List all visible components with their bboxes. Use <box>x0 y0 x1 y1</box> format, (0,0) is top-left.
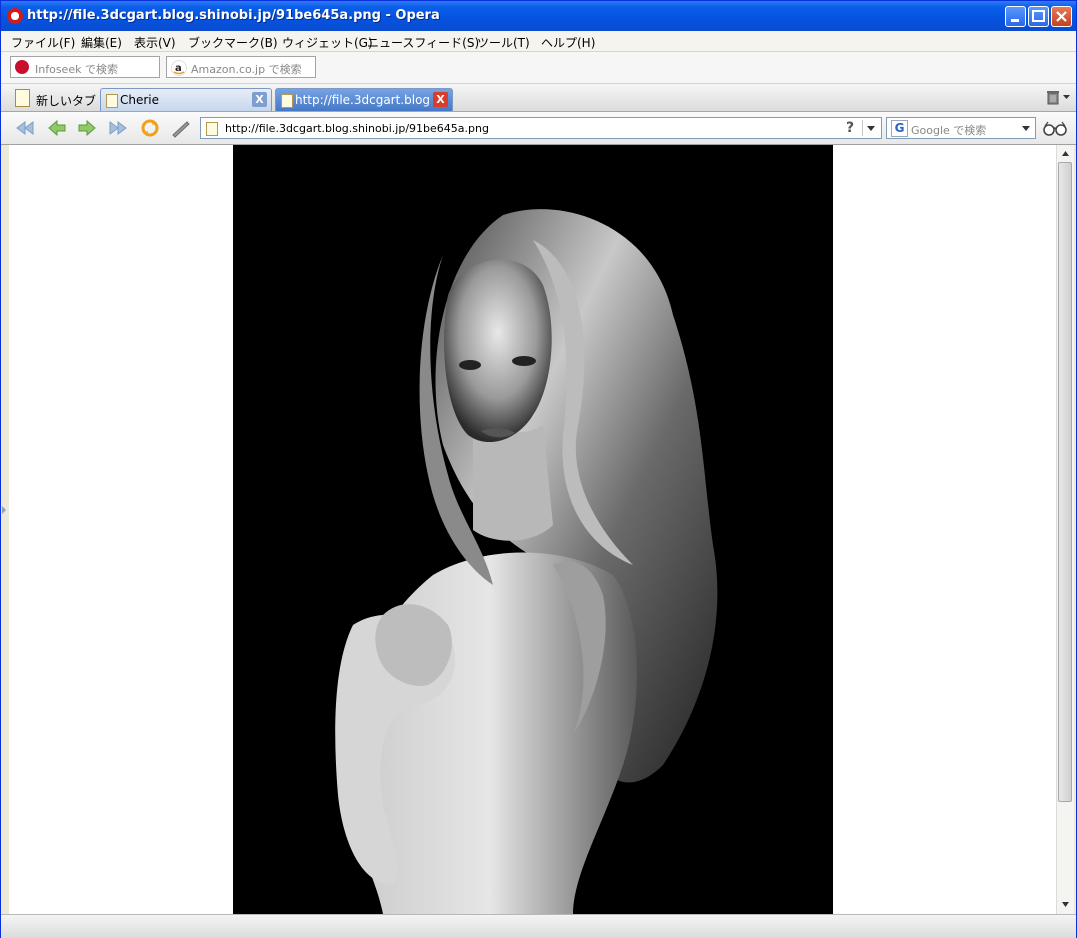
scroll-thumb[interactable] <box>1058 162 1072 802</box>
google-placeholder: Google で検索 <box>911 124 987 137</box>
close-tab-icon[interactable]: X <box>433 92 448 107</box>
tab-cherie[interactable]: Cherie X <box>100 88 272 111</box>
new-tab-label: 新しいタブ <box>36 94 97 108</box>
minimize-icon <box>1011 19 1019 22</box>
amazon-placeholder: Amazon.co.jp で検索 <box>191 63 302 76</box>
tab-active-image[interactable]: http://file.3dcgart.blog.s... X <box>275 88 453 111</box>
browser-window: http://file.3dcgart.blog.shinobi.jp/91be… <box>0 0 1077 938</box>
chevron-down-icon[interactable] <box>1063 95 1070 100</box>
menu-help[interactable]: ヘルプ(H) <box>541 34 595 51</box>
menu-edit[interactable]: 編集(E) <box>81 34 122 51</box>
amazon-search-field[interactable]: a Amazon.co.jp で検索 <box>166 56 316 78</box>
status-bar <box>1 914 1076 938</box>
scroll-up-icon[interactable] <box>1059 147 1072 160</box>
tab-label: http://file.3dcgart.blog.s... <box>295 93 430 107</box>
opera-icon <box>7 8 23 24</box>
maximize-button[interactable] <box>1028 6 1049 27</box>
page-icon <box>106 94 118 108</box>
trash-icon[interactable] <box>1046 89 1060 105</box>
rewind-icon[interactable] <box>14 118 36 138</box>
back-arrow-icon[interactable] <box>46 118 68 138</box>
menu-bar: ファイル(F) 編集(E) 表示(V) ブックマーク(B) ウィジェット(G) … <box>1 31 1076 52</box>
menu-tools[interactable]: ツール(T) <box>477 34 530 51</box>
chevron-down-icon[interactable] <box>1019 120 1033 136</box>
page-icon <box>206 122 218 136</box>
reload-icon[interactable] <box>139 118 161 138</box>
search-toolbar: Infoseek で検索 a Amazon.co.jp で検索 <box>1 52 1076 84</box>
fast-forward-icon[interactable] <box>107 118 129 138</box>
close-window-button[interactable] <box>1051 6 1072 27</box>
scroll-down-icon[interactable] <box>1059 898 1072 911</box>
close-icon <box>1056 11 1067 22</box>
image-content <box>233 145 833 914</box>
page-viewport <box>9 145 1056 914</box>
menu-view[interactable]: 表示(V) <box>134 34 176 51</box>
panel-toggle-handle[interactable] <box>2 506 6 514</box>
infoseek-icon <box>15 60 29 74</box>
help-icon[interactable]: ? <box>841 120 859 136</box>
menu-bookmarks[interactable]: ブックマーク(B) <box>188 34 278 51</box>
google-search-field[interactable]: G Google で検索 <box>886 117 1036 139</box>
infoseek-placeholder: Infoseek で検索 <box>35 63 118 76</box>
title-bar[interactable]: http://file.3dcgart.blog.shinobi.jp/91be… <box>1 1 1076 31</box>
menu-file[interactable]: ファイル(F) <box>11 34 75 51</box>
tab-label: Cherie <box>120 93 160 107</box>
document-icon <box>15 89 30 107</box>
address-input[interactable]: http://file.3dcgart.blog.shinobi.jp/91be… <box>225 122 489 135</box>
address-bar[interactable]: http://file.3dcgart.blog.shinobi.jp/91be… <box>200 117 882 139</box>
forward-arrow-icon[interactable] <box>76 118 98 138</box>
tab-bar: 新しいタブ Cherie X http://file.3dcgart.blog.… <box>1 84 1076 112</box>
menu-feeds[interactable]: ニュースフィード(S) <box>367 34 479 51</box>
amazon-icon: a <box>171 60 187 76</box>
page-icon <box>281 94 293 108</box>
chevron-down-icon[interactable] <box>862 120 879 136</box>
google-icon: G <box>891 120 908 137</box>
window-title: http://file.3dcgart.blog.shinobi.jp/91be… <box>27 8 440 23</box>
pen-icon[interactable] <box>170 118 192 138</box>
navigation-toolbar: http://file.3dcgart.blog.shinobi.jp/91be… <box>1 112 1076 145</box>
maximize-icon <box>1032 10 1045 22</box>
menu-widgets[interactable]: ウィジェット(G) <box>282 34 373 51</box>
vertical-scrollbar[interactable] <box>1056 145 1074 914</box>
glasses-icon[interactable] <box>1043 120 1067 136</box>
minimize-button[interactable] <box>1005 6 1026 27</box>
infoseek-search-field[interactable]: Infoseek で検索 <box>10 56 160 78</box>
close-tab-icon[interactable]: X <box>252 92 267 107</box>
portrait-image <box>233 145 833 914</box>
